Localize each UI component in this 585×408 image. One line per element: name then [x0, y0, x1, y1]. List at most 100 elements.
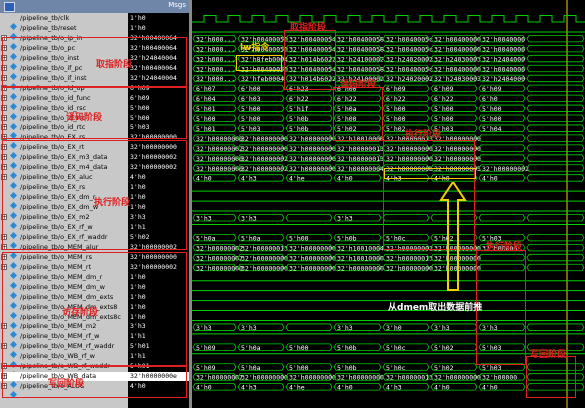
- bus-value-label: 5'h01: [196, 125, 216, 133]
- bus-segment: [526, 253, 585, 262]
- bus-value-label: 5'h0b: [337, 364, 357, 372]
- bus-segment: [526, 134, 585, 142]
- bus-value-label: 5'h00: [386, 105, 406, 113]
- bus-value-label: 6'h03: [241, 95, 261, 103]
- bus-value-label: 32'h00000000: [337, 264, 384, 272]
- bus-value-label: 32'h00000000: [289, 374, 336, 382]
- bus-value-label: 5'h00: [386, 115, 406, 123]
- bus-value-label: 5'h09: [196, 364, 216, 372]
- bus-segment: [285, 323, 333, 331]
- bus-segment: [526, 263, 585, 272]
- bus-value-label: 32'h000...: [196, 75, 235, 83]
- bus-value-label: 32'h00000000: [289, 135, 336, 143]
- bus-segment: [526, 243, 585, 252]
- bus-segment: [478, 154, 526, 162]
- bus-value-label: 6'h00: [241, 85, 261, 93]
- bus-value-label: 5'h04: [482, 125, 502, 133]
- decode-stage-box: [333, 87, 383, 141]
- bus-segment: [526, 144, 585, 152]
- bus-value-label: 32'h00400058: [337, 35, 384, 43]
- bus-value-label: 5'h00: [289, 364, 309, 372]
- fetch-stage-left-label: 取指阶段: [96, 60, 133, 70]
- bus-value-label: 3'h0: [386, 324, 402, 332]
- bus-value-label: 32'h0040006: [482, 35, 525, 43]
- decode-stage-left-label: 译码阶段: [66, 113, 103, 123]
- bus-value-label: 32'h00400058: [337, 65, 384, 73]
- bus-value-label: 32'h00000004: [337, 165, 384, 173]
- bus-segment: [526, 234, 585, 242]
- bus-value-label: 5'h00: [241, 105, 261, 113]
- bus-value-label: 4'h0: [482, 384, 498, 392]
- bus-segment: [526, 84, 585, 93]
- bus-value-label: 32'h00000000: [289, 254, 336, 262]
- clock-wave: [192, 15, 585, 23]
- bus-segment: [478, 134, 526, 142]
- fetch-stage-top-label: 取指阶段: [290, 23, 327, 33]
- bus-value-label: 32'h00000002: [241, 165, 288, 173]
- lw-inst-box: [236, 55, 282, 71]
- bus-value-label: 32'h00000002: [196, 244, 243, 252]
- bus-value-label: 32'h2404000: [482, 55, 525, 63]
- bus-value-label: 5'h00: [289, 344, 309, 352]
- bus-segment: [526, 124, 585, 132]
- signal-row[interactable]: /pipeline_tb/reset 1'h0: [0, 23, 189, 40]
- bus-value-label: 6'h09: [434, 85, 454, 93]
- bus-segment: [526, 214, 585, 222]
- bus-value-label: 32'h00400060: [434, 35, 481, 43]
- bus-value-label: 32'h00000000: [289, 155, 336, 163]
- signal-pane-header: [0, 0, 128, 13]
- bus-value-label: 32'h00000002: [241, 155, 288, 163]
- bus-value-label: 5'h09: [196, 344, 216, 352]
- wb-stage-box: [526, 356, 576, 398]
- bus-value-label: 6'h22: [386, 95, 406, 103]
- bus-value-label: 6'h09: [482, 85, 502, 93]
- bus-value-label: 32'h10010000: [337, 254, 384, 262]
- mem-stage-left-label: 访存阶段: [62, 308, 99, 318]
- bus-value-label: 32'h00000000: [241, 254, 288, 262]
- bus-value-label: 5'h1f: [289, 105, 309, 113]
- bus-value-label: 32'h00400058: [337, 45, 384, 53]
- mem-stage-box: [476, 250, 526, 365]
- bus-value-label: 5'h0a: [241, 234, 261, 242]
- bus-value-label: 5'h00: [482, 115, 502, 123]
- bus-segment: [526, 104, 585, 112]
- fetch-group-box: [2, 37, 187, 87]
- bus-value-label: 32'h0040006: [482, 45, 525, 53]
- bus-value-label: 6'h0: [482, 95, 498, 103]
- toolbar-dropdown-icon[interactable]: [4, 2, 15, 12]
- forward-note-label: 从dmem取出数据前推: [388, 303, 483, 313]
- bus-value-label: 32'h00000: [482, 374, 517, 382]
- bus-value-label: 5'h00: [434, 105, 454, 113]
- bus-value-label: 5'h02: [386, 125, 406, 133]
- bus-value-label: 4'h0: [196, 175, 212, 183]
- bus-value-label: 3'h3: [434, 324, 450, 332]
- bus-value-label: 32'h0040005c: [386, 45, 433, 53]
- bus-value-label: 5'h0a: [241, 344, 261, 352]
- bus-value-label: 4'he: [289, 175, 305, 183]
- bus-value-label: 32'h24020002: [386, 75, 433, 83]
- bus-segment: [285, 214, 333, 222]
- bus-value-label: 32'h00000000: [241, 145, 288, 153]
- signal-diamond-icon: [10, 15, 17, 30]
- bus-segment: [526, 164, 585, 172]
- bus-segment: [526, 323, 585, 331]
- exec-stage-left-label: 执行阶段: [94, 198, 131, 208]
- bus-value-label: 32'h00000000: [241, 374, 288, 382]
- bus-value-label: 32'h000...: [196, 65, 235, 73]
- bus-value-label: 32'h00000000: [289, 244, 336, 252]
- lw-inst-label: lw指令: [240, 43, 270, 53]
- wb-stage-right-label: 写回阶段: [530, 350, 567, 360]
- bus-value-label: 32'h000...: [196, 35, 235, 43]
- bus-segment: [526, 44, 585, 53]
- bus-value-label: 32'h00000007: [196, 254, 243, 262]
- bus-value-label: 4'h3: [241, 175, 257, 183]
- signal-value: 1'h0: [130, 23, 146, 32]
- waveform-window: Msgs /pipeline_tb/clk 1'h0/pipeline_tb/re…: [0, 0, 585, 408]
- exec-stage-mid-label: 执行阶段: [405, 130, 442, 140]
- msgs-header: Msgs: [128, 0, 189, 13]
- bus-value-label: 32'h10010004: [337, 244, 384, 252]
- bus-value-label: 32'h00000000: [337, 374, 384, 382]
- signal-row[interactable]: /pipeline_tb/clk 1'h0: [0, 14, 189, 30]
- bus-value-label: 32'h00000000: [241, 264, 288, 272]
- bus-value-label: 32'h00000000: [196, 264, 243, 272]
